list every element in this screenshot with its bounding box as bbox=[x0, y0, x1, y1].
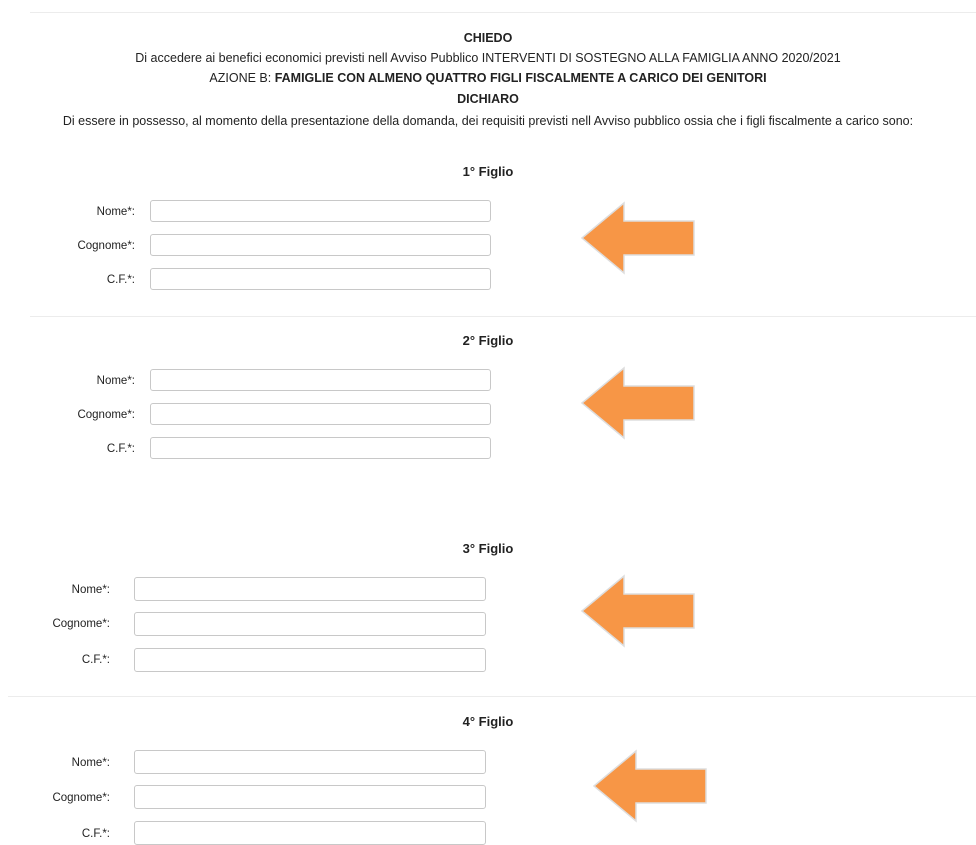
cognome-label: Cognome*: bbox=[77, 409, 135, 421]
figlio-title: 4° Figlio bbox=[462, 714, 514, 729]
intro-text-requisiti: Di essere in possesso, al momento della … bbox=[62, 114, 914, 128]
divider-section bbox=[30, 316, 976, 317]
nome-label: Nome*: bbox=[96, 375, 135, 387]
cognome-input-figlio-1[interactable] bbox=[150, 234, 491, 256]
azione-prefix: AZIONE B: bbox=[209, 71, 275, 85]
arrow-left-icon bbox=[580, 366, 695, 440]
nome-input-figlio-1[interactable] bbox=[150, 200, 491, 222]
cognome-label: Cognome*: bbox=[52, 792, 110, 804]
figlio-title: 2° Figlio bbox=[462, 333, 514, 348]
cf-label: C.F.*: bbox=[81, 654, 110, 666]
cf-input-figlio-4[interactable] bbox=[134, 821, 486, 845]
nome-label: Nome*: bbox=[71, 584, 110, 596]
cognome-label: Cognome*: bbox=[77, 240, 135, 252]
heading-chiedo: CHIEDO bbox=[463, 31, 513, 45]
nome-input-figlio-2[interactable] bbox=[150, 369, 491, 391]
nome-input-figlio-4[interactable] bbox=[134, 750, 486, 774]
cf-input-figlio-2[interactable] bbox=[150, 437, 491, 459]
cf-label: C.F.*: bbox=[106, 443, 135, 455]
cf-label: C.F.*: bbox=[106, 274, 135, 286]
cognome-input-figlio-4[interactable] bbox=[134, 785, 486, 809]
arrow-left-icon bbox=[580, 201, 695, 275]
cf-input-figlio-1[interactable] bbox=[150, 268, 491, 290]
heading-dichiaro: DICHIARO bbox=[457, 92, 519, 106]
intro-text-benefici: Di accedere ai benefici economici previs… bbox=[135, 51, 841, 65]
cf-input-figlio-3[interactable] bbox=[134, 648, 486, 672]
azione-title: FAMIGLIE CON ALMENO QUATTRO FIGLI FISCAL… bbox=[274, 71, 767, 85]
arrow-left-icon bbox=[592, 749, 707, 823]
arrow-left-icon bbox=[580, 574, 695, 648]
cognome-label: Cognome*: bbox=[52, 618, 110, 630]
cognome-input-figlio-3[interactable] bbox=[134, 612, 486, 636]
cf-label: C.F.*: bbox=[81, 828, 110, 840]
nome-input-figlio-3[interactable] bbox=[134, 577, 486, 601]
nome-label: Nome*: bbox=[71, 757, 110, 769]
divider-top bbox=[30, 12, 976, 13]
nome-label: Nome*: bbox=[96, 206, 135, 218]
cognome-input-figlio-2[interactable] bbox=[150, 403, 491, 425]
intro-text-azione: AZIONE B: FAMIGLIE CON ALMENO QUATTRO FI… bbox=[0, 71, 976, 85]
divider-section bbox=[8, 696, 976, 697]
figlio-title: 3° Figlio bbox=[462, 541, 514, 556]
figlio-title: 1° Figlio bbox=[462, 164, 514, 179]
